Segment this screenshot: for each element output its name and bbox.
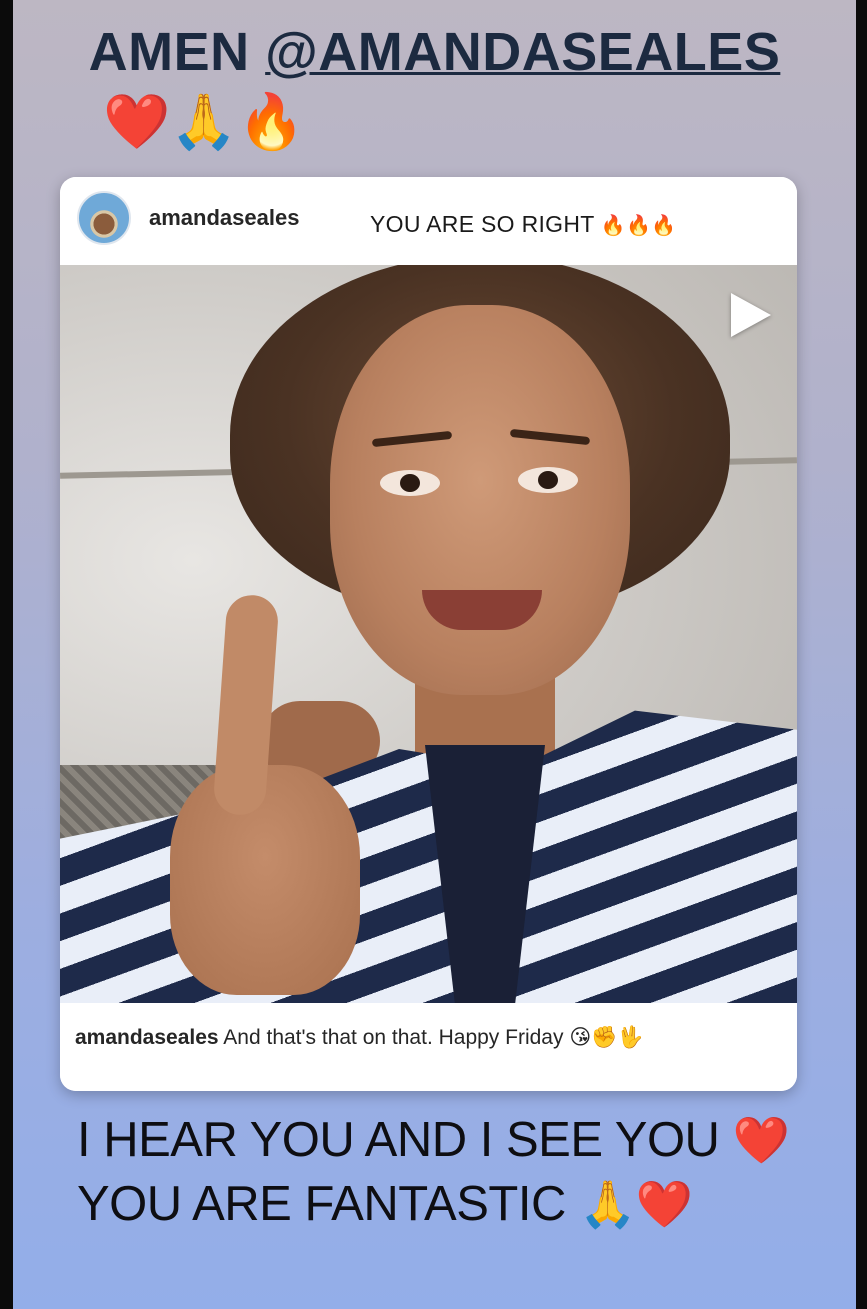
fire-emojis: 🔥🔥🔥 (600, 213, 677, 237)
shared-post-card[interactable]: amandaseales YOU ARE SO RIGHT 🔥🔥🔥 amanda… (60, 177, 797, 1091)
story-canvas: AMEN @AMANDASEALES ❤️🙏🔥 amandaseales YOU… (13, 0, 856, 1309)
caption-text: And that's that on that. Happy Friday (218, 1026, 570, 1049)
top-emojis: ❤️🙏🔥 (103, 90, 305, 153)
photo-left-brow (371, 430, 453, 448)
avatar[interactable] (77, 191, 131, 245)
photo-hand (170, 765, 360, 995)
caption-username[interactable]: amandaseales (75, 1026, 219, 1049)
bottom-caption: I HEAR YOU AND I SEE YOU ❤️ YOU ARE FANT… (77, 1108, 837, 1236)
photo-mouth (422, 590, 542, 630)
post-caption: amandaseales And that's that on that. Ha… (60, 1003, 797, 1091)
post-username[interactable]: amandaseales (149, 205, 299, 231)
post-header-caption: YOU ARE SO RIGHT 🔥🔥🔥 (370, 211, 677, 238)
bottom-caption-line-2: YOU ARE FANTASTIC 🙏❤️ (77, 1172, 837, 1236)
photo-left-eye (380, 470, 440, 496)
post-video-thumbnail[interactable] (60, 265, 797, 1003)
pray-heart-emojis: 🙏❤️ (578, 1177, 693, 1231)
top-caption: AMEN @AMANDASEALES (13, 22, 856, 82)
top-caption-text: AMEN (88, 22, 266, 82)
caption-emojis: 😘✊🖖 (569, 1025, 644, 1049)
bottom-caption-line-2-text: YOU ARE FANTASTIC (77, 1177, 579, 1231)
post-header: amandaseales YOU ARE SO RIGHT 🔥🔥🔥 (60, 177, 797, 265)
mention-link[interactable]: @AMANDASEALES (265, 22, 780, 82)
photo-right-eye (518, 467, 578, 493)
bottom-caption-line-1: I HEAR YOU AND I SEE YOU ❤️ (77, 1108, 837, 1172)
post-header-caption-text: YOU ARE SO RIGHT (370, 211, 601, 237)
play-icon[interactable] (731, 293, 771, 337)
photo-right-brow (509, 428, 591, 446)
heart-emoji: ❤️ (732, 1113, 790, 1167)
photo-face (330, 305, 630, 695)
bottom-caption-line-1-text: I HEAR YOU AND I SEE YOU (77, 1113, 733, 1167)
